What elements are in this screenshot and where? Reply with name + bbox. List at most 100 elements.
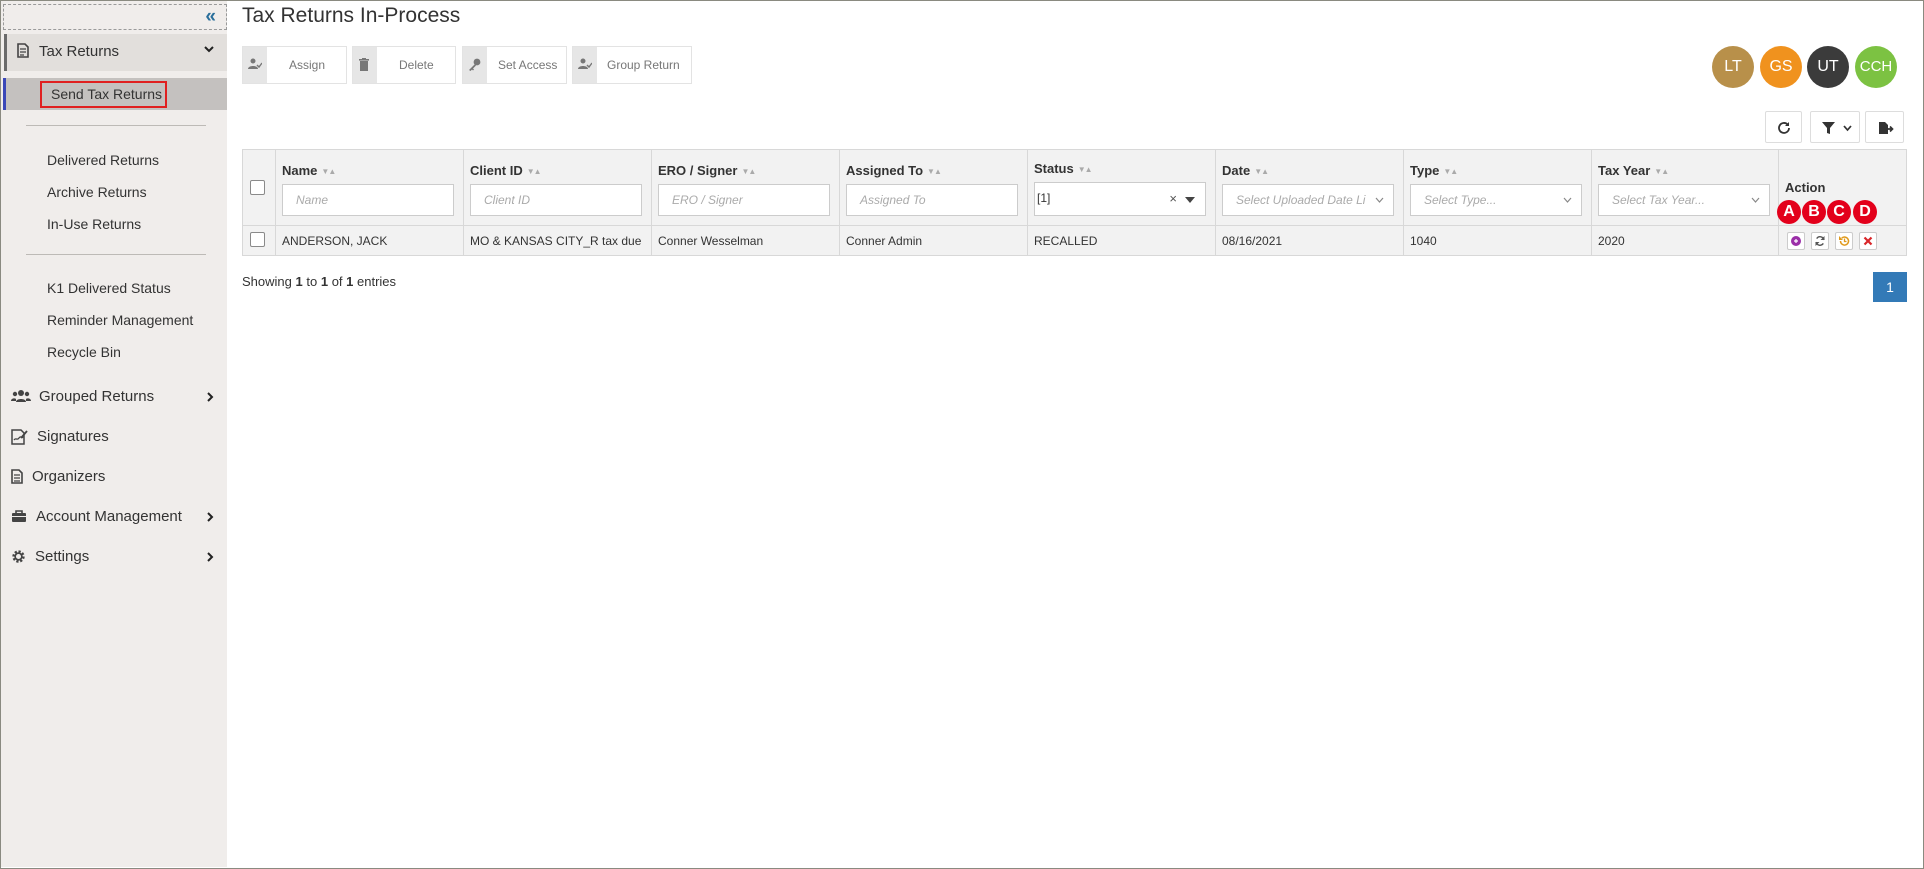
column-header-label: Name [282, 163, 318, 178]
divider [26, 125, 206, 126]
group-return-button[interactable]: Group Return [572, 46, 692, 84]
column-header-client-id[interactable]: Client ID ▼▲ [470, 163, 542, 178]
trash-icon [359, 58, 369, 71]
assign-button[interactable]: Assign [242, 46, 347, 84]
chevron-right-icon [205, 391, 215, 406]
close-icon [1863, 236, 1873, 246]
filter-icon [1822, 122, 1835, 134]
column-header-status[interactable]: Status ▼▲ [1034, 161, 1093, 176]
sort-icon: ▼▲ [1443, 167, 1458, 176]
column-header-label: ERO / Signer [658, 163, 738, 178]
tax-year-filter-select[interactable]: Select Tax Year... [1598, 184, 1770, 216]
action-b-button[interactable] [1811, 232, 1829, 250]
column-divider [839, 150, 840, 255]
sidebar-item-signatures[interactable]: Signatures [1, 423, 227, 453]
column-divider [1027, 150, 1028, 255]
export-icon [1879, 122, 1894, 134]
tax-year-filter-placeholder: Select Tax Year... [1612, 193, 1705, 207]
sidebar-item-label: Signatures [37, 428, 109, 445]
icon-box [573, 47, 597, 83]
avatar[interactable]: UT [1807, 46, 1849, 88]
delete-button[interactable]: Delete [352, 46, 456, 84]
summary-from: 1 [295, 274, 303, 289]
action-a-button[interactable] [1787, 232, 1805, 250]
action-d-button[interactable] [1859, 232, 1877, 250]
returns-table: Name ▼▲ Name Client ID ▼▲ Client ID ERO / … [242, 149, 1907, 256]
sidebar-item-in-use-returns[interactable]: In-Use Returns [47, 216, 141, 232]
briefcase-icon [11, 509, 27, 526]
cell-name: ANDERSON, JACK [282, 234, 388, 248]
sidebar-item-reminder-management[interactable]: Reminder Management [47, 312, 193, 328]
sidebar-item-archive-returns[interactable]: Archive Returns [47, 184, 147, 200]
document-icon [17, 43, 29, 61]
cell-date: 08/16/2021 [1222, 234, 1283, 248]
set-access-label: Set Access [498, 58, 558, 72]
pagination-page-1[interactable]: 1 [1873, 272, 1907, 302]
annotation-badge-c: C [1827, 200, 1851, 224]
status-filter-select[interactable]: [1] × [1034, 182, 1206, 216]
column-header-assigned-to[interactable]: Assigned To ▼▲ [846, 163, 942, 178]
column-header-ero-signer[interactable]: ERO / Signer ▼▲ [658, 163, 756, 178]
sidebar-item-settings[interactable]: Settings [1, 543, 227, 573]
summary-text: to [306, 274, 318, 289]
summary-text: of [331, 274, 343, 289]
chevron-right-icon [205, 511, 215, 526]
chevron-down-icon [1751, 197, 1760, 203]
icon-box [463, 47, 487, 83]
row-checkbox[interactable] [250, 232, 265, 247]
summary-total: 1 [346, 274, 354, 289]
column-header-tax-year[interactable]: Tax Year ▼▲ [1598, 163, 1669, 178]
date-filter-select[interactable]: Select Uploaded Date Li [1222, 184, 1394, 216]
export-button[interactable] [1865, 111, 1904, 143]
divider [26, 254, 206, 255]
column-header-date[interactable]: Date ▼▲ [1222, 163, 1269, 178]
window-frame [0, 0, 1924, 869]
user-check-icon [578, 58, 592, 69]
sidebar-item-account-management[interactable]: Account Management [1, 503, 227, 533]
sidebar-item-k1-delivered-status[interactable]: K1 Delivered Status [47, 280, 171, 296]
sidebar-item-recycle-bin[interactable]: Recycle Bin [47, 344, 121, 360]
users-icon [11, 389, 31, 406]
file-lines-icon [11, 469, 23, 487]
column-header-label: Client ID [470, 163, 523, 178]
caret-down-icon [1185, 197, 1195, 203]
summary-to: 1 [320, 274, 329, 289]
avatar[interactable]: LT [1712, 46, 1754, 88]
column-divider [275, 150, 276, 255]
column-header-name[interactable]: Name ▼▲ [282, 163, 336, 178]
user-check-icon [248, 58, 262, 69]
sidebar-item-grouped-returns[interactable]: Grouped Returns [1, 383, 227, 413]
gear-icon [11, 549, 26, 567]
menu-tax-returns[interactable]: Tax Returns [4, 34, 227, 71]
sidebar-collapse-button[interactable]: « [3, 4, 227, 30]
name-filter-input[interactable]: Name [282, 184, 454, 216]
client-id-filter-input[interactable]: Client ID [470, 184, 642, 216]
date-filter-placeholder: Select Uploaded Date Li [1236, 193, 1366, 207]
sidebar-item-label: Settings [35, 548, 90, 565]
avatar[interactable]: GS [1760, 46, 1802, 88]
assigned-to-filter-input[interactable]: Assigned To [846, 184, 1018, 216]
sidebar-item-delivered-returns[interactable]: Delivered Returns [47, 152, 159, 168]
action-c-button[interactable] [1835, 232, 1853, 250]
ero-signer-filter-input[interactable]: ERO / Signer [658, 184, 830, 216]
delete-label: Delete [399, 58, 434, 72]
entries-summary: Showing 1 to 1 of 1 entries [242, 274, 396, 289]
sync-icon [1815, 236, 1825, 246]
column-divider [1778, 150, 1779, 255]
set-access-button[interactable]: Set Access [462, 46, 567, 84]
chevron-right-icon [205, 551, 215, 566]
table-row[interactable]: ANDERSON, JACK MO & KANSAS CITY_R tax du… [243, 226, 1906, 255]
filter-dropdown-button[interactable] [1810, 111, 1860, 143]
clear-icon[interactable]: × [1169, 191, 1177, 206]
refresh-button[interactable] [1765, 111, 1802, 143]
cell-ero-signer: Conner Wesselman [658, 234, 764, 248]
sidebar-item-send-tax-returns[interactable]: Send Tax Returns [3, 78, 227, 110]
type-filter-select[interactable]: Select Type... [1410, 184, 1582, 216]
column-divider [651, 150, 652, 255]
cell-client-id: MO & KANSAS CITY_R tax due [470, 234, 642, 248]
select-all-checkbox[interactable] [250, 180, 265, 195]
avatar[interactable]: CCH [1855, 46, 1897, 88]
sidebar-item-organizers[interactable]: Organizers [1, 463, 227, 493]
column-header-type[interactable]: Type ▼▲ [1410, 163, 1458, 178]
sort-icon: ▼▲ [1077, 165, 1093, 174]
